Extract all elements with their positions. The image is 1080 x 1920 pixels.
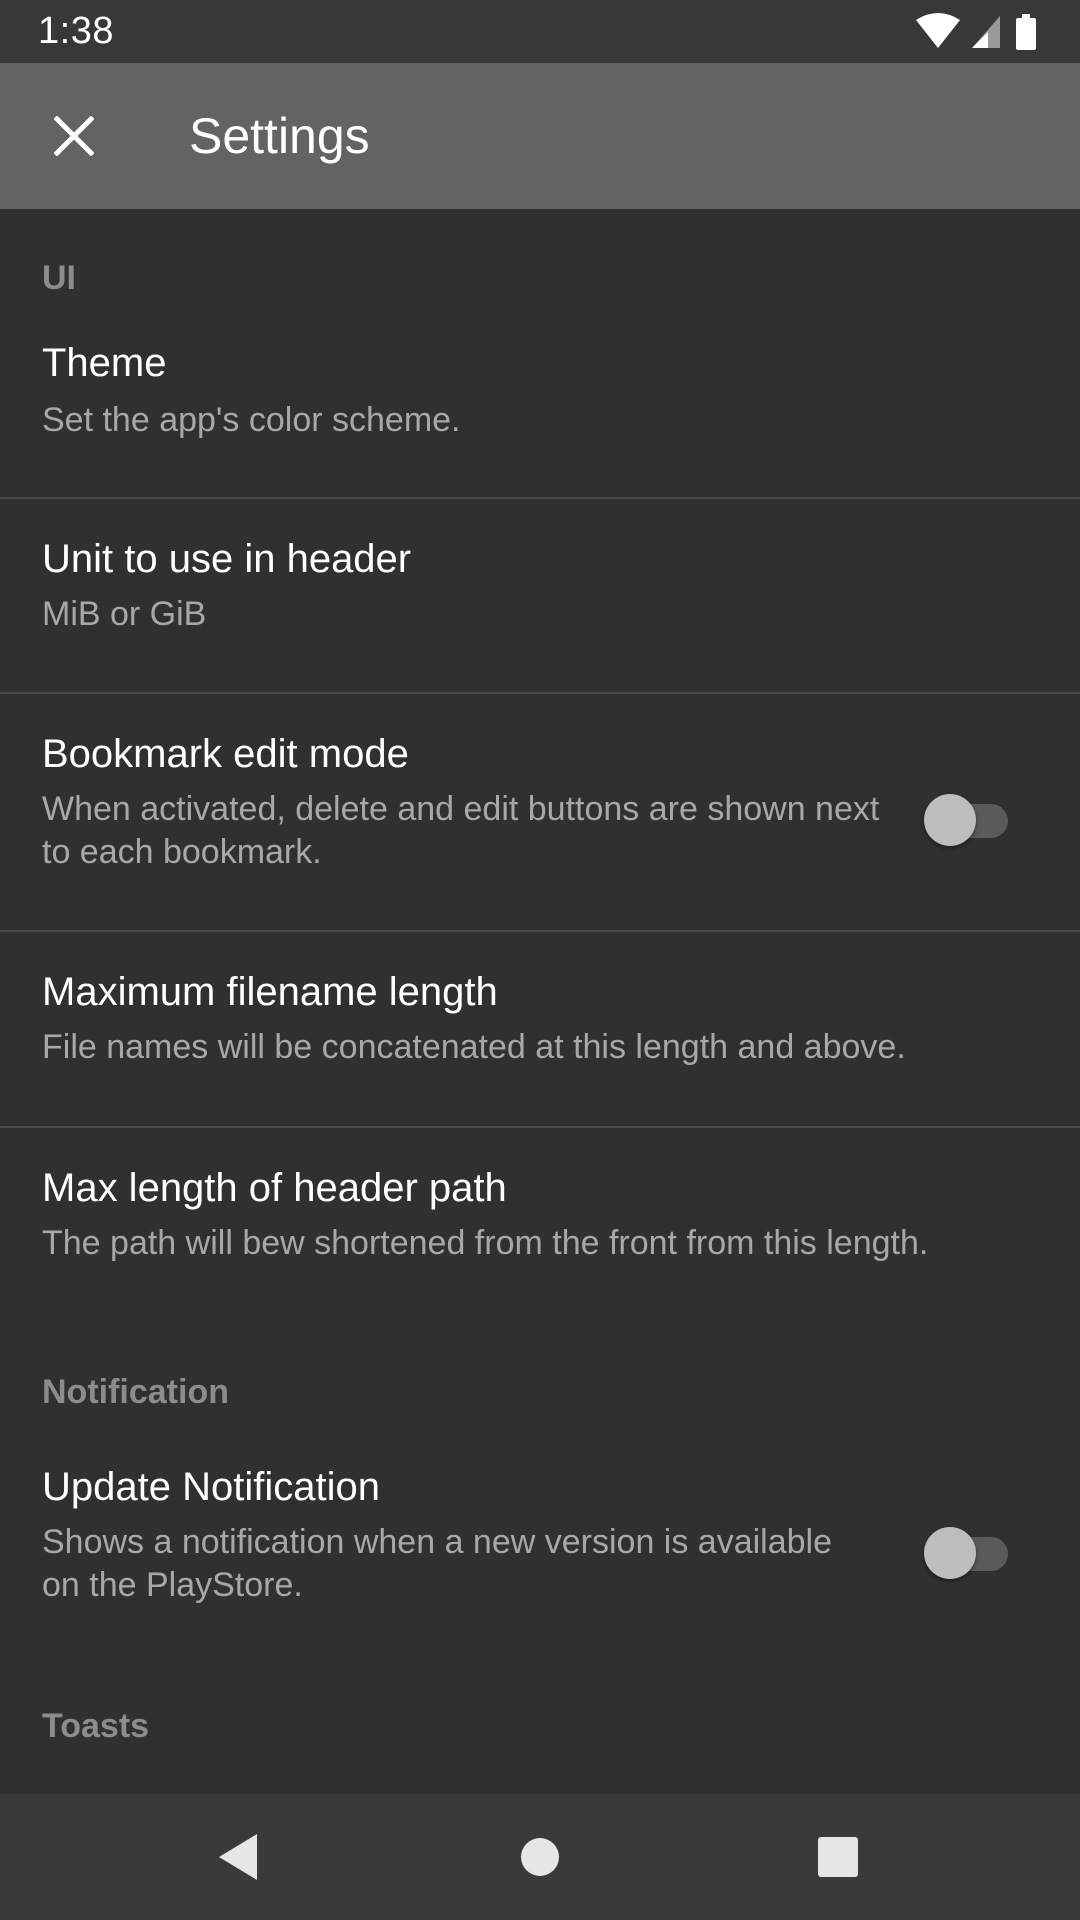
status-icons xyxy=(916,12,1046,52)
status-time: 1:38 xyxy=(38,10,114,52)
app-bar: Settings xyxy=(0,63,1080,209)
category-toasts: Toasts xyxy=(42,1707,150,1745)
pref-max-header-path-length[interactable]: Max length of header path The path will … xyxy=(0,1128,1080,1320)
back-button[interactable] xyxy=(202,1820,276,1894)
pref-summary: When activated, delete and edit buttons … xyxy=(42,790,880,871)
recents-button[interactable] xyxy=(801,1820,875,1894)
pref-summary: Set the app's color scheme. xyxy=(42,401,461,439)
pref-summary: File names will be concatenated at this … xyxy=(42,1028,906,1066)
update-notification-switch[interactable] xyxy=(924,1527,1008,1579)
recents-icon xyxy=(818,1837,858,1877)
pref-title: Update Notification xyxy=(42,1465,380,1509)
pref-max-filename-length[interactable]: Maximum filename length File names will … xyxy=(0,932,1080,1124)
settings-screen: 1:38 Settings UI Theme Set the app's col… xyxy=(0,0,1080,1920)
settings-list[interactable]: UI Theme Set the app's color scheme. Uni… xyxy=(0,209,1080,1794)
pref-title: Unit to use in header xyxy=(42,537,412,581)
cell-signal-icon xyxy=(972,16,1000,48)
bookmark-edit-mode-switch[interactable] xyxy=(924,794,1008,846)
home-icon xyxy=(521,1838,559,1876)
wifi-icon xyxy=(916,13,960,48)
battery-icon xyxy=(1016,14,1036,50)
pref-summary: MiB or GiB xyxy=(42,595,207,633)
pref-bookmark-edit-mode[interactable]: Bookmark edit mode When activated, delet… xyxy=(0,694,1080,930)
pref-header-unit[interactable]: Unit to use in header MiB or GiB xyxy=(0,499,1080,691)
category-ui: UI xyxy=(42,259,76,297)
pref-title: Max length of header path xyxy=(42,1166,507,1210)
pref-update-notification[interactable]: Update Notification Shows a notification… xyxy=(0,1415,1080,1665)
page-title: Settings xyxy=(189,108,370,164)
home-button[interactable] xyxy=(503,1820,577,1894)
switch-thumb xyxy=(924,1527,976,1579)
pref-title: Bookmark edit mode xyxy=(42,732,409,776)
switch-thumb xyxy=(924,794,976,846)
pref-summary: Shows a notification when a new version … xyxy=(42,1523,833,1604)
pref-title: Theme xyxy=(42,341,167,385)
category-notification: Notification xyxy=(42,1373,229,1411)
pref-theme[interactable]: Theme Set the app's color scheme. xyxy=(0,319,1080,507)
status-bar: 1:38 xyxy=(0,0,1080,63)
back-icon xyxy=(219,1834,257,1880)
pref-summary: The path will bew shortened from the fro… xyxy=(42,1224,929,1262)
close-button[interactable] xyxy=(32,94,116,178)
close-icon xyxy=(54,116,94,156)
navigation-bar xyxy=(0,1794,1080,1920)
pref-title: Maximum filename length xyxy=(42,970,498,1014)
